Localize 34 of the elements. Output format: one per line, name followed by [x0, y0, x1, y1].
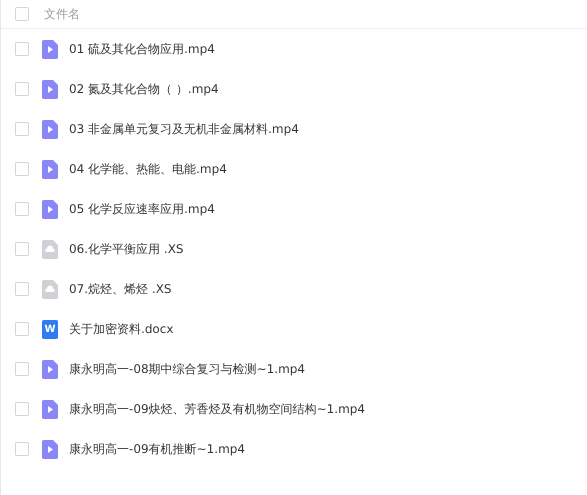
- cloud-file-icon: [42, 240, 58, 258]
- row-checkbox[interactable]: [15, 162, 29, 176]
- file-name[interactable]: 关于加密资料.docx: [69, 320, 174, 338]
- row-checkbox[interactable]: [15, 282, 29, 296]
- row-checkbox[interactable]: [15, 82, 29, 96]
- video-file-icon: [42, 360, 58, 378]
- video-file-icon: [42, 400, 58, 418]
- video-file-icon: [42, 40, 58, 58]
- video-file-icon: [42, 80, 58, 98]
- file-name[interactable]: 03 非金属单元复习及无机非金属材料.mp4: [69, 120, 299, 138]
- video-file-icon: [42, 120, 58, 138]
- file-name[interactable]: 06.化学平衡应用 .XS: [69, 240, 184, 258]
- row-checkbox[interactable]: [15, 202, 29, 216]
- cloud-file-icon: [42, 280, 58, 298]
- video-file-icon: [42, 160, 58, 178]
- row-checkbox[interactable]: [15, 42, 29, 56]
- row-checkbox[interactable]: [15, 322, 29, 336]
- file-name[interactable]: 07.烷烃、烯烃 .XS: [69, 280, 172, 298]
- video-file-icon: [42, 440, 58, 458]
- select-all-checkbox[interactable]: [15, 7, 29, 21]
- word-file-icon: W: [42, 320, 58, 338]
- file-name[interactable]: 05 化学反应速率应用.mp4: [69, 200, 215, 218]
- file-name[interactable]: 04 化学能、热能、电能.mp4: [69, 160, 227, 178]
- file-name[interactable]: 康永明高一-09有机推断~1.mp4: [69, 440, 246, 458]
- row-checkbox[interactable]: [15, 242, 29, 256]
- file-name[interactable]: 康永明高一-09炔烃、芳香烃及有机物空间结构~1.mp4: [69, 400, 366, 418]
- video-file-icon: [42, 200, 58, 218]
- row-checkbox[interactable]: [15, 362, 29, 376]
- row-checkbox[interactable]: [15, 442, 29, 456]
- file-name[interactable]: 01 硫及其化合物应用.mp4: [69, 40, 215, 58]
- row-checkbox[interactable]: [15, 122, 29, 136]
- file-name[interactable]: 02 氮及其化合物（ ）.mp4: [69, 80, 219, 98]
- file-name[interactable]: 康永明高一-08期中综合复习与检测~1.mp4: [69, 360, 306, 378]
- row-checkbox[interactable]: [15, 402, 29, 416]
